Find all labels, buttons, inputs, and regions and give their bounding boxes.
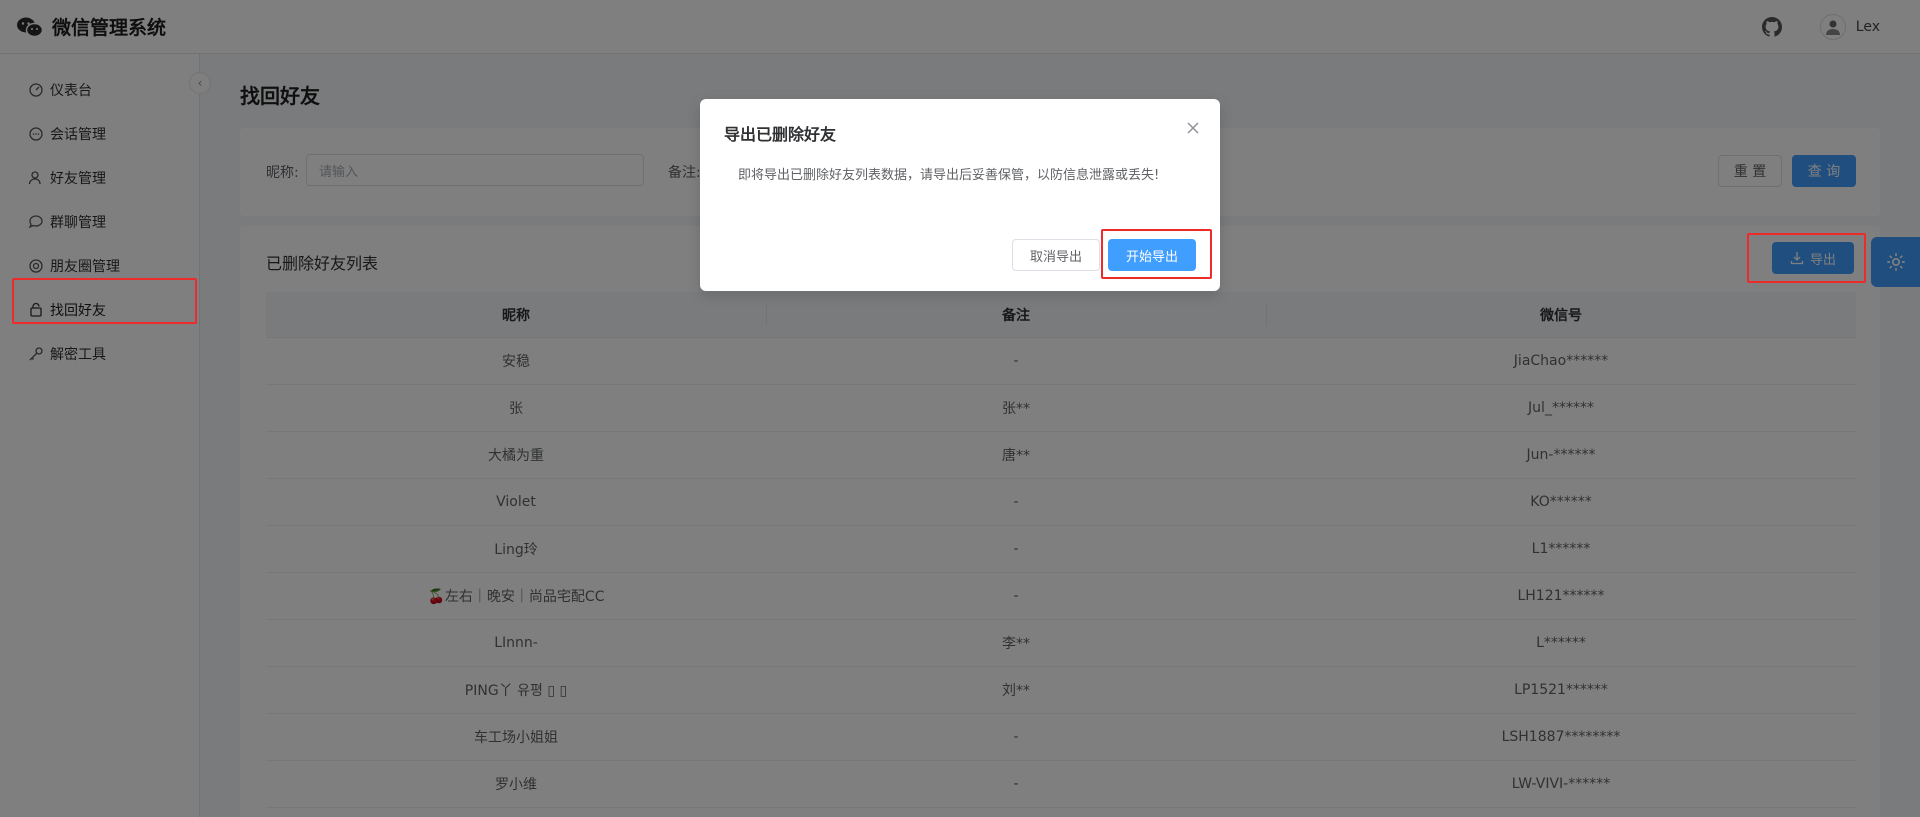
cancel-export-button[interactable]: 取消导出 (1012, 239, 1100, 271)
highlight-sidebar-item (12, 278, 197, 324)
highlight-export-button (1747, 233, 1866, 283)
highlight-start-export-button (1101, 229, 1212, 279)
dialog-message: 即将导出已删除好友列表数据，请导出后妥善保管，以防信息泄露或丢失! (738, 168, 1160, 183)
dialog-title: 导出已删除好友 (724, 125, 837, 144)
close-icon[interactable] (1184, 119, 1202, 137)
